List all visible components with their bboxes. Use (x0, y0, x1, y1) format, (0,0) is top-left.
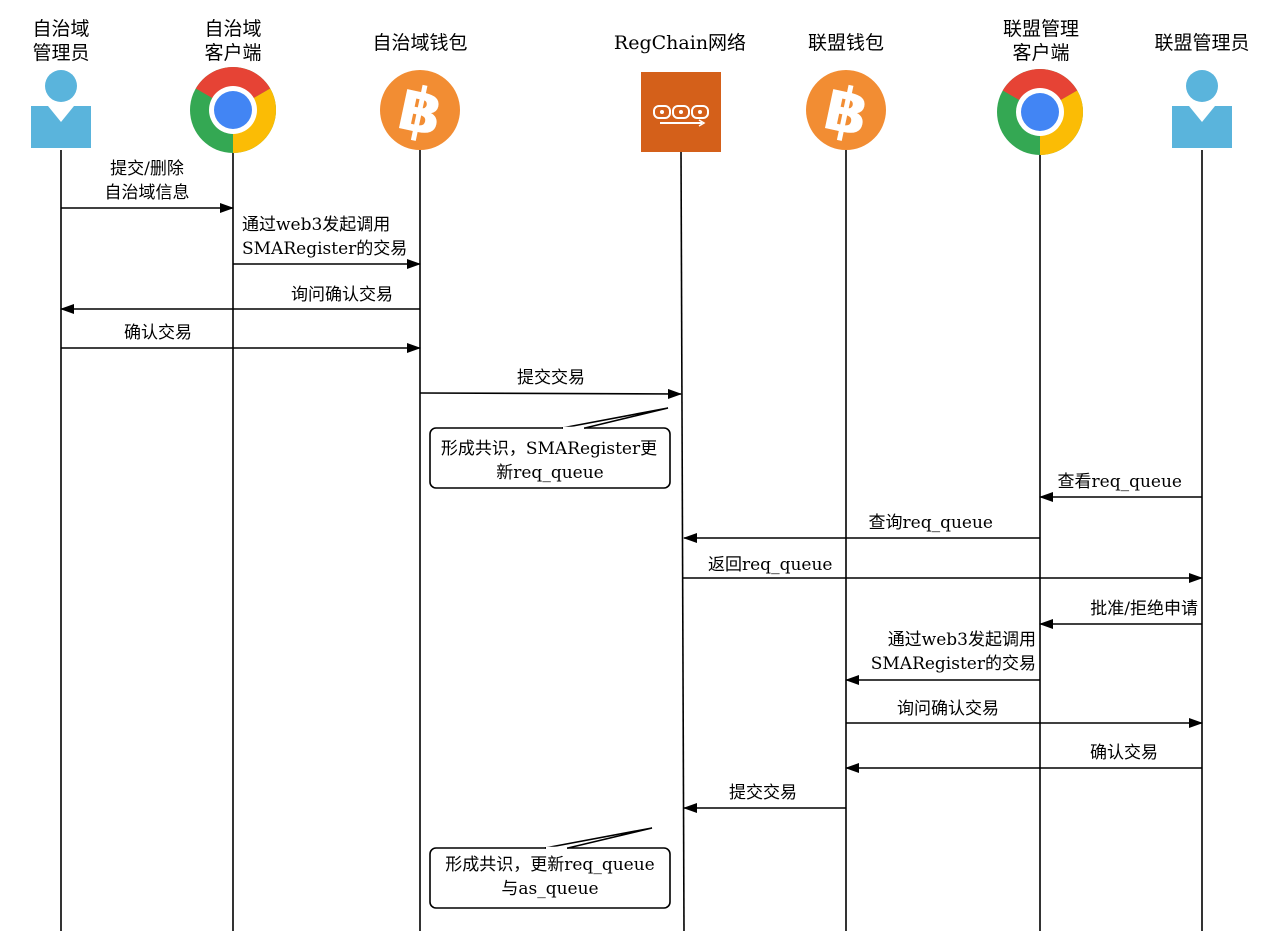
message-arrow: 通过web3发起调用 SMARegister的交易 (233, 215, 421, 269)
message-label: 提交/删除 (110, 159, 184, 179)
sequence-diagram: ฿฿ 自治域管理员自治域客户端 自治域钱包 RegChain网络 联盟钱包联盟管理客户… (31, 18, 1250, 931)
actor-label: 自治域 (32, 18, 89, 40)
blockchain-icon (641, 72, 721, 152)
message-label: 通过web3发起调用 (888, 630, 1036, 650)
actor-label: 联盟钱包 (808, 32, 884, 54)
actor-label: 联盟管理员 (1154, 32, 1249, 54)
message-arrow: 询问确认交易 (60, 285, 420, 314)
bitcoin-icon: ฿ (380, 70, 460, 151)
message-label: 询问确认交易 (897, 699, 999, 719)
message-label: 批准/拒绝申请 (1090, 599, 1198, 619)
message-arrow: 提交/删除自治域信息 (61, 159, 234, 213)
message-label: 查看req_queue (1058, 472, 1182, 492)
message-label: SMARegister的交易 (871, 654, 1036, 674)
bitcoin-icon: ฿ (806, 70, 886, 151)
message-arrow: 返回req_queue (683, 555, 1203, 583)
message-label: 提交交易 (517, 368, 585, 388)
message-arrow: 查询req_queue (683, 513, 1040, 543)
message-label: 确认交易 (1090, 743, 1158, 763)
actor-as_admin: 自治域管理员 (32, 18, 89, 64)
actor-al_admin: 联盟管理员 (1154, 32, 1249, 54)
message-arrow: 确认交易 (61, 323, 421, 353)
actor-label: RegChain网络 (614, 32, 746, 54)
note-label: 形成共识，SMARegister更 (441, 439, 657, 459)
message-arrow: 通过web3发起调用 SMARegister的交易 (845, 630, 1040, 685)
message-label: 查询req_queue (869, 513, 993, 533)
lifeline-regchain (680, 149, 685, 931)
note-label: 新req_queue (496, 463, 603, 483)
message-arrow: 确认交易 (845, 743, 1202, 773)
actor-label: 自治域钱包 (372, 32, 467, 54)
actor-al_wallet: 联盟钱包 (808, 32, 884, 54)
chrome-icon (190, 67, 276, 153)
message-label: 自治域信息 (105, 183, 190, 203)
message-arrow: 询问确认交易 (846, 699, 1203, 728)
message-label: 提交交易 (729, 783, 797, 803)
actor-as_wallet: 自治域钱包 (372, 32, 467, 54)
message-arrow: 查看req_queue (1039, 472, 1202, 502)
consensus-note: 形成共识，SMARegister更新req_queue (429, 407, 671, 489)
message-label: SMARegister的交易 (242, 239, 407, 259)
message-label: 返回req_queue (708, 555, 832, 575)
actor-label: 客户端 (1012, 42, 1069, 64)
user-icon (1172, 70, 1232, 148)
message-label: 确认交易 (124, 323, 192, 343)
actor-al_client: 联盟管理客户端 (1003, 18, 1079, 64)
message-label: 通过web3发起调用 (242, 215, 390, 235)
actor-label: 自治域 (204, 18, 261, 40)
actor-regchain: RegChain网络 (614, 32, 746, 54)
actor-label: 管理员 (32, 42, 89, 64)
message-arrow: 提交交易 (419, 368, 682, 399)
actor-as_client: 自治域客户端 (204, 18, 261, 64)
actor-label: 客户端 (204, 42, 261, 64)
consensus-note: 形成共识，更新req_queue 与as_queue (429, 827, 671, 909)
user-icon (31, 70, 91, 148)
message-label: 询问确认交易 (291, 285, 393, 305)
note-label: 与as_queue (501, 879, 598, 899)
note-label: 形成共识，更新req_queue (445, 855, 654, 875)
message-arrow: 提交交易 (683, 783, 846, 813)
actor-label: 联盟管理 (1003, 18, 1079, 40)
chrome-icon (997, 69, 1083, 155)
message-arrow: 批准/拒绝申请 (1039, 599, 1202, 629)
